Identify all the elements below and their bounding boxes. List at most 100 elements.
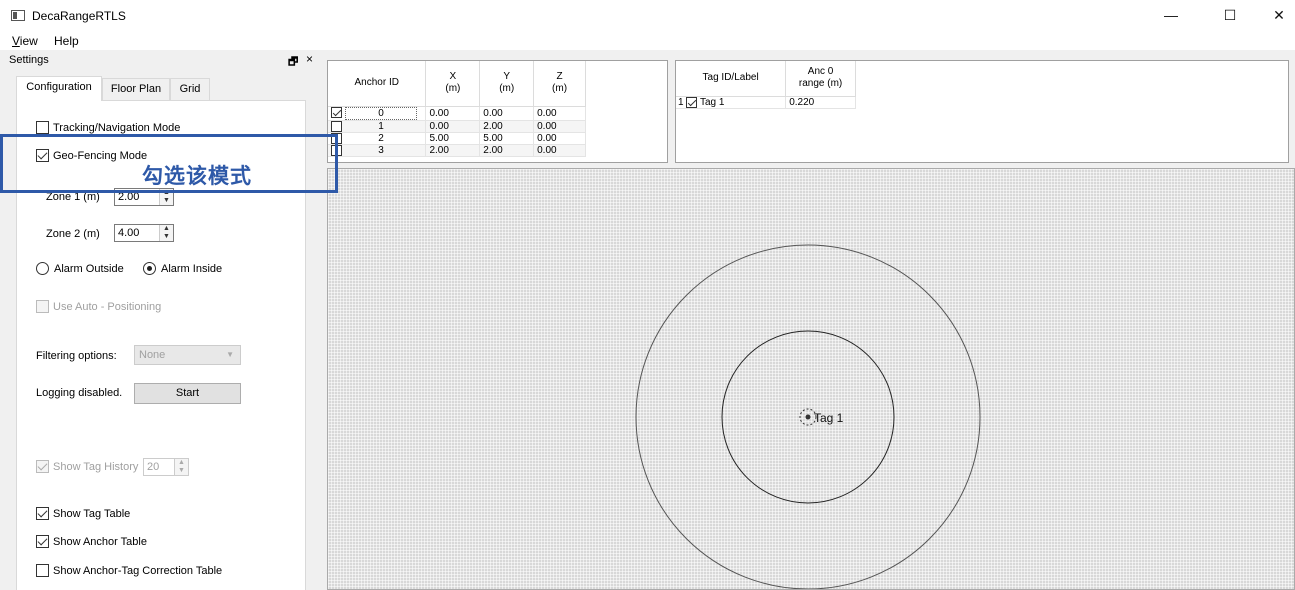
anchor-id: 0 — [345, 106, 417, 120]
tag-table: Tag ID/Label Anc 0 range (m) 1 Tag 1 0.22… — [676, 61, 856, 109]
alarm-outside-label: Alarm Outside — [54, 263, 124, 275]
x-header-unit: (m) — [445, 83, 461, 95]
zone2-spinbox[interactable]: 4.00 ▲ ▼ — [114, 224, 174, 242]
anchor-y[interactable]: 2.00 — [479, 144, 535, 157]
menu-bar: View Help — [0, 32, 1295, 50]
alarm-inside-label: Alarm Inside — [161, 263, 223, 275]
anchor-id-cell[interactable]: 0 — [328, 106, 427, 121]
tag-marker-dot[interactable] — [805, 414, 811, 420]
filtering-select[interactable]: None ▼ — [134, 345, 241, 365]
logging-status: Logging disabled. — [36, 387, 123, 399]
anchor-x[interactable]: 0.00 — [425, 120, 481, 133]
anchor-id-cell[interactable]: 1 — [328, 120, 427, 133]
tag-history-checkbox[interactable] — [36, 460, 49, 473]
y-header-unit: (m) — [499, 83, 515, 95]
anchor-id-header[interactable]: Anchor ID — [328, 61, 427, 107]
show-anchor-table-label: Show Anchor Table — [53, 536, 147, 548]
menu-help[interactable]: Help — [54, 34, 79, 48]
anchor-id: 3 — [378, 144, 384, 156]
anchor-table-panel: Anchor ID X (m) Y (m) Z (m) 0 0.00 0.00 0.0… — [327, 60, 668, 163]
tag-label-cell[interactable]: 1 Tag 1 — [676, 96, 787, 109]
anchor-id-cell[interactable]: 2 — [328, 132, 427, 145]
anchor-x[interactable]: 5.00 — [425, 132, 481, 145]
logging-start-button[interactable]: Start — [134, 383, 241, 404]
tag-range[interactable]: 0.220 — [785, 96, 856, 109]
tag-history-spinbox[interactable]: 20 ▲ ▼ — [143, 458, 189, 476]
tag-history-label: Show Tag History — [53, 461, 139, 473]
tag-label: Tag 1 — [699, 96, 725, 108]
tab-floor-plan[interactable]: Floor Plan — [102, 78, 170, 100]
show-tag-table-label: Show Tag Table — [53, 508, 131, 520]
close-button[interactable]: ✕ — [1256, 0, 1295, 30]
anchor-y[interactable]: 2.00 — [479, 120, 535, 133]
menu-view[interactable]: View — [12, 34, 38, 48]
auto-positioning-label: Use Auto - Positioning — [53, 301, 162, 313]
menu-view-mnemonic: V — [12, 34, 20, 48]
table-row[interactable]: 1 0.00 2.00 0.00 — [328, 120, 586, 133]
anchor-y[interactable]: 5.00 — [479, 132, 535, 145]
table-row[interactable]: 3 2.00 2.00 0.00 — [328, 144, 586, 157]
settings-dock-header: Settings 🗗 × — [6, 52, 318, 68]
anchor-id: 2 — [378, 132, 384, 144]
anchor-z[interactable]: 0.00 — [533, 132, 586, 145]
float-icon[interactable]: 🗗 — [288, 53, 298, 72]
anchor-z[interactable]: 0.00 — [533, 144, 586, 157]
anchor-x[interactable]: 2.00 — [425, 144, 481, 157]
dock-close-icon[interactable]: × — [306, 52, 313, 66]
tracking-mode-checkbox[interactable] — [36, 121, 49, 134]
anchor-id-cell[interactable]: 3 — [328, 144, 427, 157]
window-title: DecaRangeRTLS — [32, 9, 126, 23]
anchor-table: Anchor ID X (m) Y (m) Z (m) 0 0.00 0.00 0.0… — [328, 61, 586, 157]
anchor-z[interactable]: 0.00 — [533, 106, 586, 121]
z-header-unit: (m) — [552, 83, 568, 95]
filtering-label: Filtering options: — [36, 350, 117, 362]
show-anchor-table-checkbox[interactable] — [36, 535, 49, 548]
tab-configuration[interactable]: Configuration — [16, 76, 102, 101]
zone2-label: Zone 2 (m) — [46, 228, 100, 240]
z-header[interactable]: Z (m) — [533, 61, 586, 107]
app-icon — [11, 10, 25, 21]
tag-row-index: 1 — [678, 96, 684, 108]
anchor-y[interactable]: 0.00 — [479, 106, 535, 121]
zone2-value: 4.00 — [118, 227, 140, 239]
table-row[interactable]: 2 5.00 5.00 0.00 — [328, 132, 586, 145]
show-correction-table-label: Show Anchor-Tag Correction Table — [53, 565, 223, 577]
settings-title: Settings — [9, 54, 49, 66]
anchor-id: 1 — [378, 120, 384, 132]
filtering-value: None — [139, 349, 166, 361]
floor-plan-view[interactable]: Tag 1 — [327, 168, 1295, 590]
alarm-inside-radio[interactable] — [143, 262, 156, 275]
tag-table-panel: Tag ID/Label Anc 0 range (m) 1 Tag 1 0.22… — [675, 60, 1289, 163]
tab-grid[interactable]: Grid — [170, 78, 210, 100]
x-header[interactable]: X (m) — [425, 61, 481, 107]
anchor-checkbox[interactable] — [331, 107, 342, 119]
tag-checkbox[interactable] — [686, 96, 698, 108]
anc0-range-header[interactable]: Anc 0 range (m) — [785, 61, 856, 97]
show-correction-table-checkbox[interactable] — [36, 564, 49, 577]
tag-plot-label: Tag 1 — [814, 411, 844, 425]
plot-svg: Tag 1 — [635, 244, 981, 589]
table-row[interactable]: 1 Tag 1 0.220 — [676, 96, 856, 109]
tag-history-spin-arrows[interactable]: ▲ ▼ — [174, 459, 188, 475]
y-header-name: Y — [503, 71, 511, 83]
tracking-mode-label: Tracking/Navigation Mode — [53, 122, 181, 134]
alarm-outside-radio[interactable] — [36, 262, 49, 275]
anc0-header-name: Anc 0 — [807, 66, 834, 78]
anchor-checkbox[interactable] — [331, 120, 342, 132]
zone2-spin-arrows[interactable]: ▲ ▼ — [159, 225, 173, 241]
minimize-button[interactable]: — — [1148, 0, 1194, 30]
x-header-name: X — [449, 71, 457, 83]
anchor-z[interactable]: 0.00 — [533, 120, 586, 133]
table-row[interactable]: 0 0.00 0.00 0.00 — [328, 106, 586, 121]
title-bar: DecaRangeRTLS — ☐ ✕ — [0, 0, 1295, 32]
auto-positioning-checkbox[interactable] — [36, 300, 49, 313]
show-tag-table-checkbox[interactable] — [36, 507, 49, 520]
tag-label-header[interactable]: Tag ID/Label — [676, 61, 787, 97]
menu-view-label: iew — [19, 34, 38, 48]
y-header[interactable]: Y (m) — [479, 61, 535, 107]
anc0-header-unit: range (m) — [798, 78, 843, 90]
maximize-button[interactable]: ☐ — [1207, 0, 1253, 30]
anchor-x[interactable]: 0.00 — [425, 106, 481, 121]
tag-history-value: 20 — [147, 461, 160, 473]
z-header-name: Z — [556, 71, 563, 83]
